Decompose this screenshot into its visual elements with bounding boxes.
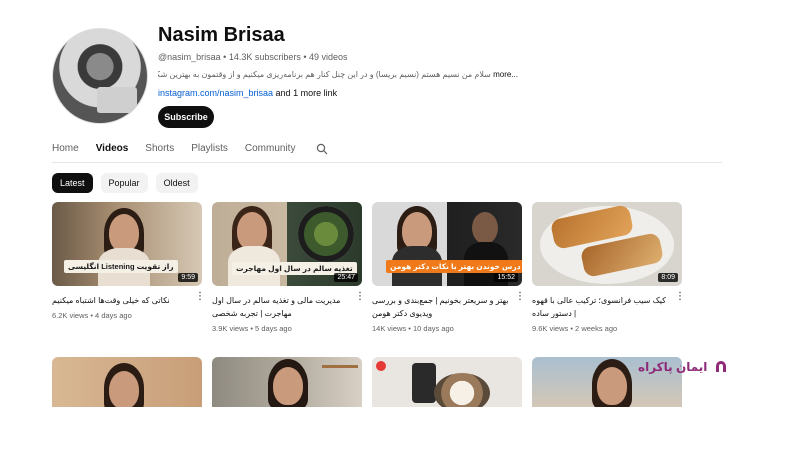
channel-name: Nasim Brisaa <box>158 24 285 46</box>
channel-description-text: سلام من نسیم هستم (نسیم بریسا) و در این … <box>158 70 491 79</box>
video-thumbnail[interactable]: درس خوندن بهتر با نکات دکتر هومن 15:52 <box>372 202 522 286</box>
video-thumbnail[interactable]: تغذیه سالم در سال اول مهاجرت 25:47 <box>212 202 362 286</box>
more-link[interactable]: ...more <box>493 70 518 79</box>
video-duration: 9:59 <box>178 273 198 282</box>
tab-home[interactable]: Home <box>52 142 79 162</box>
tab-shorts[interactable]: Shorts <box>145 142 174 162</box>
video-duration: 15:52 <box>494 273 518 282</box>
search-icon[interactable] <box>316 143 328 155</box>
channel-links: instagram.com/nasim_brisaa and 1 more li… <box>158 88 337 98</box>
video-meta: 3.9K views • 5 days ago <box>212 324 292 333</box>
more-links-label[interactable]: and 1 more link <box>273 88 338 98</box>
video-duration: 8:09 <box>658 273 678 282</box>
channel-meta: @nasim_brisaa • 14.3K subscribers • 49 v… <box>158 52 348 62</box>
chip-popular[interactable]: Popular <box>100 173 148 193</box>
more-actions-icon[interactable]: ⋮ <box>195 292 205 302</box>
video-thumbnail[interactable]: 8:09 <box>532 202 682 286</box>
video-title[interactable]: بهتر و سریعتر بخونیم | جمع‌بندی و بررسی … <box>372 294 510 320</box>
video-title[interactable]: کیک سیب فرانسوی؛ ترکیب عالی با قهوه | دس… <box>532 294 670 320</box>
video-thumbnail[interactable] <box>52 357 202 407</box>
more-actions-icon[interactable]: ⋮ <box>355 292 365 302</box>
tab-playlists[interactable]: Playlists <box>191 142 228 162</box>
video-duration: 25:47 <box>334 273 358 282</box>
brand-logo-icon <box>716 361 727 372</box>
watermark: ایمان پاکراه <box>638 359 729 375</box>
tab-videos[interactable]: Videos <box>96 142 129 162</box>
channel-tabs: Home Videos Shorts Playlists Community <box>52 142 328 162</box>
video-thumbnail[interactable] <box>372 357 522 407</box>
thumbnail-overlay-text: درس خوندن بهتر با نکات دکتر هومن <box>386 260 522 273</box>
video-title[interactable]: مدیریت مالی و تغذیه سالم در سال اول مهاج… <box>212 294 350 320</box>
tabs-divider <box>52 162 722 163</box>
video-meta: 6.2K views • 4 days ago <box>52 311 132 320</box>
laptop-icon <box>97 87 137 113</box>
sort-chips: Latest Popular Oldest <box>52 173 198 193</box>
more-actions-icon[interactable]: ⋮ <box>675 292 685 302</box>
thumbnail-overlay-text: راز تقویت Listening انگلیسی <box>64 260 178 273</box>
video-thumbnail[interactable]: راز تقویت Listening انگلیسی 9:59 <box>52 202 202 286</box>
chip-oldest[interactable]: Oldest <box>155 173 198 193</box>
tab-community[interactable]: Community <box>245 142 296 162</box>
video-thumbnail[interactable] <box>212 357 362 407</box>
more-actions-icon[interactable]: ⋮ <box>515 292 525 302</box>
video-title[interactable]: نکاتی که خیلی وقت‌ها اشتباه میکنیم <box>52 294 190 307</box>
instagram-link[interactable]: instagram.com/nasim_brisaa <box>158 88 273 98</box>
video-meta: 9.6K views • 2 weeks ago <box>532 324 618 333</box>
subscribe-button[interactable]: Subscribe <box>158 106 214 128</box>
video-meta: 14K views • 10 days ago <box>372 324 454 333</box>
watermark-text: ایمان پاکراه <box>638 360 708 374</box>
channel-avatar[interactable] <box>52 28 148 124</box>
channel-description[interactable]: ...more سلام من نسیم هستم (نسیم بریسا) و… <box>158 70 518 79</box>
chip-latest[interactable]: Latest <box>52 173 93 193</box>
